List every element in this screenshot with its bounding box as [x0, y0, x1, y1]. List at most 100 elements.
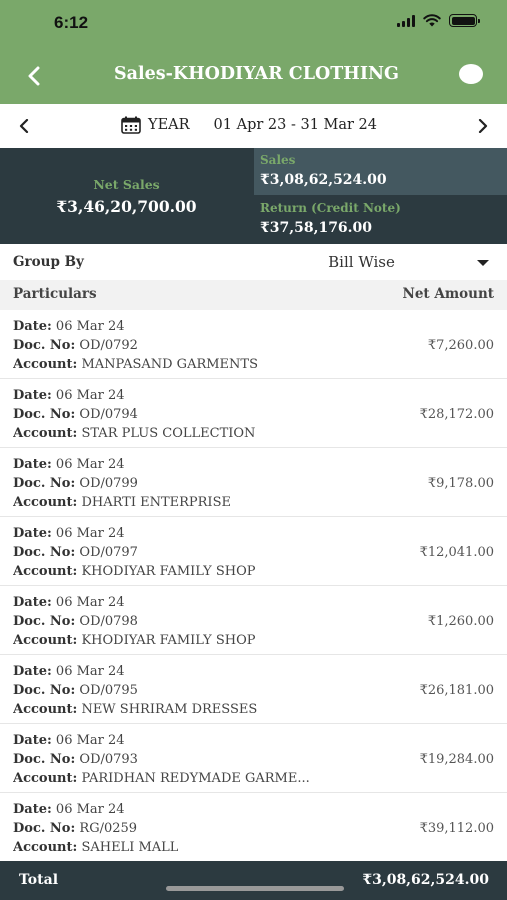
total-label: Total — [19, 872, 59, 888]
period-bar: YEAR 01 Apr 23 - 31 Mar 24 — [0, 104, 507, 148]
net-sales-box: Net Sales ₹3,46,20,700.00 — [0, 148, 253, 244]
row-date: Date: 06 Mar 24 — [13, 664, 125, 679]
row-account-label: Account: — [13, 702, 78, 717]
row-doc-no-value: OD/0794 — [79, 407, 138, 422]
row-account-value: KHODIYAR FAMILY SHOP — [81, 633, 256, 648]
column-particulars: Particulars — [13, 286, 97, 302]
summary-panel: Net Sales ₹3,46,20,700.00 Sales ₹3,08,62… — [0, 148, 507, 244]
row-date: Date: 06 Mar 24 — [13, 595, 125, 610]
row-account-label: Account: — [13, 564, 78, 579]
row-doc-no: Doc. No: OD/0793 — [13, 752, 138, 767]
column-net-amount: Net Amount — [402, 286, 495, 302]
row-doc-no-label: Doc. No: — [13, 821, 76, 836]
list-item[interactable]: Date: 06 Mar 24 Doc. No: RG/0259 Account: … — [0, 793, 507, 861]
list-item[interactable]: Date: 06 Mar 24 Doc. No: OD/0797 Account: … — [0, 517, 507, 586]
row-account-value: MANPASAND GARMENTS — [81, 357, 258, 372]
chevron-left-icon — [19, 119, 29, 133]
period-range: 01 Apr 23 - 31 Mar 24 — [213, 117, 378, 133]
row-date: Date: 06 Mar 24 — [13, 319, 125, 334]
row-doc-no-label: Doc. No: — [13, 476, 76, 491]
row-doc-no: Doc. No: OD/0799 — [13, 476, 138, 491]
row-date-label: Date: — [13, 526, 52, 541]
wifi-icon — [423, 14, 441, 27]
net-sales-label: Net Sales — [93, 177, 160, 192]
home-indicator[interactable] — [166, 886, 344, 891]
row-doc-no: Doc. No: OD/0798 — [13, 614, 138, 629]
status-icons — [397, 14, 480, 27]
row-doc-no-label: Doc. No: — [13, 545, 76, 560]
row-date-label: Date: — [13, 595, 52, 610]
row-doc-no-value: OD/0797 — [79, 545, 138, 560]
row-account-label: Account: — [13, 633, 78, 648]
row-account: Account: SAHELI MALL — [13, 840, 178, 855]
battery-icon — [449, 14, 480, 27]
row-amount: ₹26,181.00 — [419, 683, 494, 698]
row-date-label: Date: — [13, 388, 52, 403]
row-doc-no-value: OD/0795 — [79, 683, 138, 698]
list-item[interactable]: Date: 06 Mar 24 Doc. No: OD/0794 Account: … — [0, 379, 507, 448]
row-doc-no: Doc. No: RG/0259 — [13, 821, 137, 836]
row-account-label: Account: — [13, 357, 78, 372]
row-date: Date: 06 Mar 24 — [13, 457, 125, 472]
row-doc-no-label: Doc. No: — [13, 614, 76, 629]
list-item[interactable]: Date: 06 Mar 24 Doc. No: OD/0792 Account: … — [0, 310, 507, 379]
list-item[interactable]: Date: 06 Mar 24 Doc. No: OD/0795 Account: … — [0, 655, 507, 724]
row-amount: ₹7,260.00 — [427, 338, 494, 353]
row-date: Date: 06 Mar 24 — [13, 526, 125, 541]
row-date-value: 06 Mar 24 — [55, 595, 125, 610]
row-date-label: Date: — [13, 802, 52, 817]
row-account: Account: NEW SHRIRAM DRESSES — [13, 702, 257, 717]
list-item[interactable]: Date: 06 Mar 24 Doc. No: OD/0799 Account: … — [0, 448, 507, 517]
row-account-value: PARIDHAN REDYMADE GARME... — [81, 771, 310, 786]
row-date: Date: 06 Mar 24 — [13, 388, 125, 403]
row-doc-no-value: OD/0798 — [79, 614, 138, 629]
row-doc-no-label: Doc. No: — [13, 338, 76, 353]
row-date-label: Date: — [13, 319, 52, 334]
row-date-value: 06 Mar 24 — [55, 664, 125, 679]
bill-list: Date: 06 Mar 24 Doc. No: OD/0792 Account: … — [0, 310, 507, 861]
return-value: ₹37,58,176.00 — [260, 220, 373, 236]
row-account-value: STAR PLUS COLLECTION — [81, 426, 256, 441]
row-account: Account: MANPASAND GARMENTS — [13, 357, 258, 372]
sales-label: Sales — [260, 153, 296, 167]
row-date-value: 06 Mar 24 — [55, 388, 125, 403]
sales-box: Sales ₹3,08,62,524.00 — [254, 148, 507, 195]
page-title: Sales-KHODIYAR CLOTHING — [114, 64, 399, 84]
group-by-label: Group By — [13, 254, 84, 270]
list-item[interactable]: Date: 06 Mar 24 Doc. No: OD/0798 Account: … — [0, 586, 507, 655]
row-amount: ₹12,041.00 — [419, 545, 494, 560]
group-by-value: Bill Wise — [328, 253, 395, 271]
toggle-icon[interactable] — [459, 64, 483, 84]
row-account: Account: STAR PLUS COLLECTION — [13, 426, 255, 441]
row-account-label: Account: — [13, 426, 78, 441]
group-by-dropdown[interactable]: Bill Wise — [250, 248, 495, 276]
row-account: Account: KHODIYAR FAMILY SHOP — [13, 564, 255, 579]
row-account-value: NEW SHRIRAM DRESSES — [81, 702, 258, 717]
row-account: Account: KHODIYAR FAMILY SHOP — [13, 633, 255, 648]
list-item[interactable]: Date: 06 Mar 24 Doc. No: OD/0793 Account: … — [0, 724, 507, 793]
row-date-value: 06 Mar 24 — [55, 733, 125, 748]
row-amount: ₹39,112.00 — [419, 821, 494, 836]
period-selector[interactable]: YEAR 01 Apr 23 - 31 Mar 24 — [121, 116, 377, 134]
row-account-label: Account: — [13, 840, 78, 855]
next-period-button[interactable] — [471, 114, 495, 138]
chevron-right-icon — [478, 119, 488, 133]
signal-icon — [397, 14, 415, 27]
row-date: Date: 06 Mar 24 — [13, 733, 125, 748]
previous-period-button[interactable] — [12, 114, 36, 138]
total-bar: Total ₹3,08,62,524.00 — [0, 861, 507, 900]
group-by-row: Group By Bill Wise — [0, 244, 507, 280]
row-date-label: Date: — [13, 733, 52, 748]
row-doc-no: Doc. No: OD/0792 — [13, 338, 138, 353]
row-doc-no-label: Doc. No: — [13, 752, 76, 767]
row-doc-no: Doc. No: OD/0795 — [13, 683, 138, 698]
row-doc-no-value: OD/0793 — [79, 752, 138, 767]
row-doc-no-value: RG/0259 — [79, 821, 138, 836]
row-account-label: Account: — [13, 495, 78, 510]
app-header: Sales-KHODIYAR CLOTHING — [0, 48, 507, 104]
row-doc-no: Doc. No: OD/0794 — [13, 407, 138, 422]
row-account-value: KHODIYAR FAMILY SHOP — [81, 564, 256, 579]
row-doc-no-label: Doc. No: — [13, 407, 76, 422]
table-header: Particulars Net Amount — [0, 280, 507, 310]
row-account-value: SAHELI MALL — [81, 840, 179, 855]
